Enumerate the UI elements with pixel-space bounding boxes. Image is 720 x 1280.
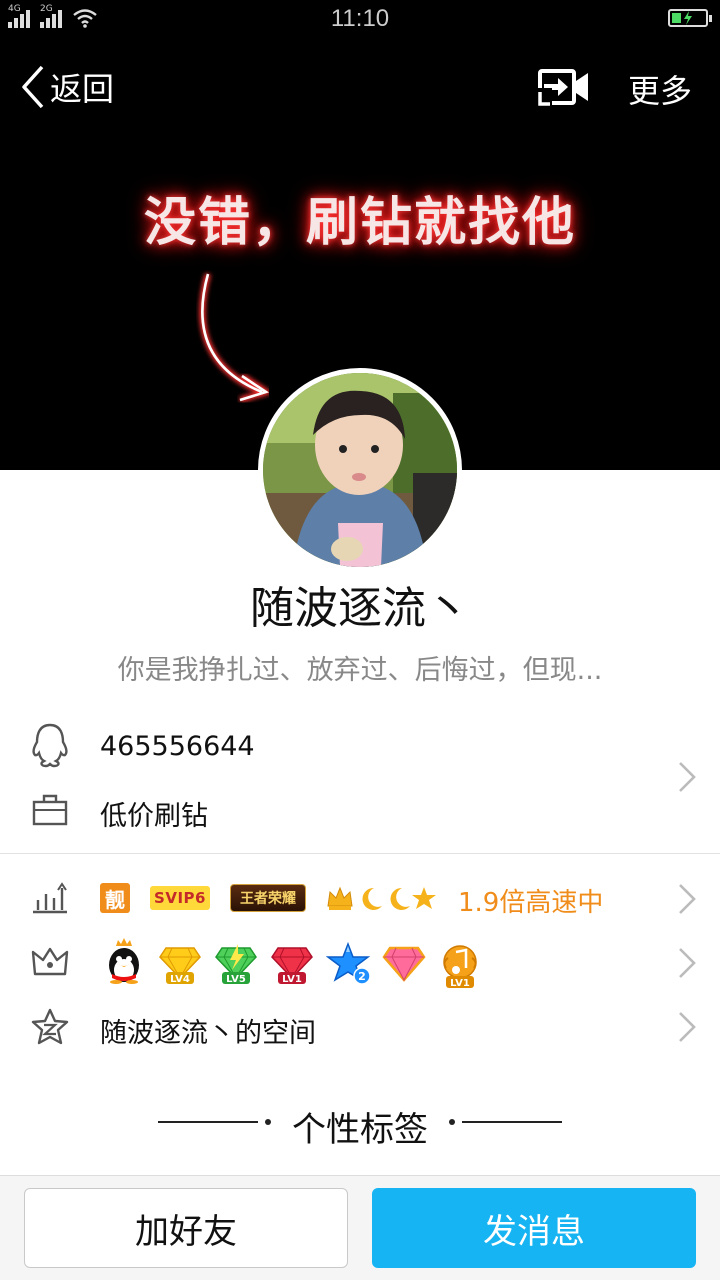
more-button[interactable]: 更多 bbox=[628, 66, 692, 112]
green-diamond-icon[interactable]: LV5 bbox=[214, 944, 258, 984]
send-message-button[interactable]: 发消息 bbox=[372, 1188, 696, 1268]
moon-icon bbox=[362, 887, 382, 910]
cover-caption: 没错，刷钻就找他 bbox=[143, 193, 576, 253]
briefcase-icon bbox=[32, 794, 68, 826]
divider-dot bbox=[449, 1119, 455, 1125]
screen-cast-icon bbox=[538, 69, 588, 106]
status-bar: 4G 2G 11:10 bbox=[0, 0, 720, 40]
occupation: 低价刷钻 bbox=[100, 801, 208, 832]
nickname: 随波逐流丶 bbox=[250, 583, 470, 634]
qq-number: 465556644 bbox=[100, 731, 255, 762]
blue-star-level: 2 bbox=[358, 970, 366, 983]
avatar-photo bbox=[263, 373, 457, 567]
music-level: LV1 bbox=[450, 978, 470, 988]
chevron-right-icon[interactable] bbox=[676, 882, 698, 916]
yellow-diamond-level: LV4 bbox=[170, 974, 190, 984]
badge-svip[interactable]: SVIP6 bbox=[150, 886, 210, 910]
qq-penguin-crown-icon[interactable] bbox=[104, 938, 144, 984]
chevron-left-icon bbox=[22, 65, 44, 109]
qzone-link[interactable]: 随波逐流丶的空间 bbox=[100, 1011, 316, 1050]
qq-icon bbox=[32, 723, 68, 768]
tags-section-title: 个性标签 bbox=[292, 1110, 428, 1150]
chevron-right-icon[interactable] bbox=[676, 946, 698, 980]
signature[interactable]: 你是我挣扎过、放弃过、后悔过，但现... bbox=[0, 648, 720, 687]
speed-status: 1.9倍高速中 bbox=[458, 888, 604, 918]
divider bbox=[462, 1121, 562, 1123]
level-chart-icon bbox=[33, 882, 67, 914]
back-button[interactable]: 返回 bbox=[20, 64, 114, 110]
cover-arrow-icon bbox=[199, 273, 273, 403]
divider bbox=[0, 853, 720, 854]
yellow-diamond-icon[interactable]: LV4 bbox=[158, 944, 202, 984]
crown-icon bbox=[327, 886, 353, 910]
avatar[interactable] bbox=[258, 368, 462, 572]
chevron-right-icon[interactable] bbox=[676, 1010, 698, 1044]
blue-star-icon[interactable]: 2 bbox=[326, 942, 372, 986]
screen-cast-button[interactable] bbox=[538, 68, 590, 110]
battery-icon bbox=[668, 9, 712, 27]
badge-liang[interactable]: 靓 bbox=[100, 883, 130, 913]
red-diamond-level: LV1 bbox=[282, 974, 302, 984]
bottom-action-bar: 加好友 发消息 bbox=[0, 1175, 720, 1280]
chevron-right-icon[interactable] bbox=[676, 760, 698, 794]
pink-diamond-icon[interactable] bbox=[382, 946, 426, 982]
qzone-star-icon bbox=[31, 1008, 69, 1045]
star-icon bbox=[412, 887, 436, 909]
badge-game[interactable]: 王者荣耀 bbox=[230, 884, 306, 912]
crown-outline-icon bbox=[31, 947, 69, 976]
add-friend-button[interactable]: 加好友 bbox=[24, 1188, 348, 1268]
moon-icon bbox=[390, 887, 410, 910]
music-note-icon[interactable]: LV1 bbox=[438, 944, 482, 988]
red-diamond-icon[interactable]: LV1 bbox=[270, 944, 314, 984]
green-diamond-level: LV5 bbox=[226, 974, 246, 984]
level-icons bbox=[327, 886, 436, 910]
back-label: 返回 bbox=[50, 70, 115, 108]
status-time: 11:10 bbox=[330, 5, 390, 32]
